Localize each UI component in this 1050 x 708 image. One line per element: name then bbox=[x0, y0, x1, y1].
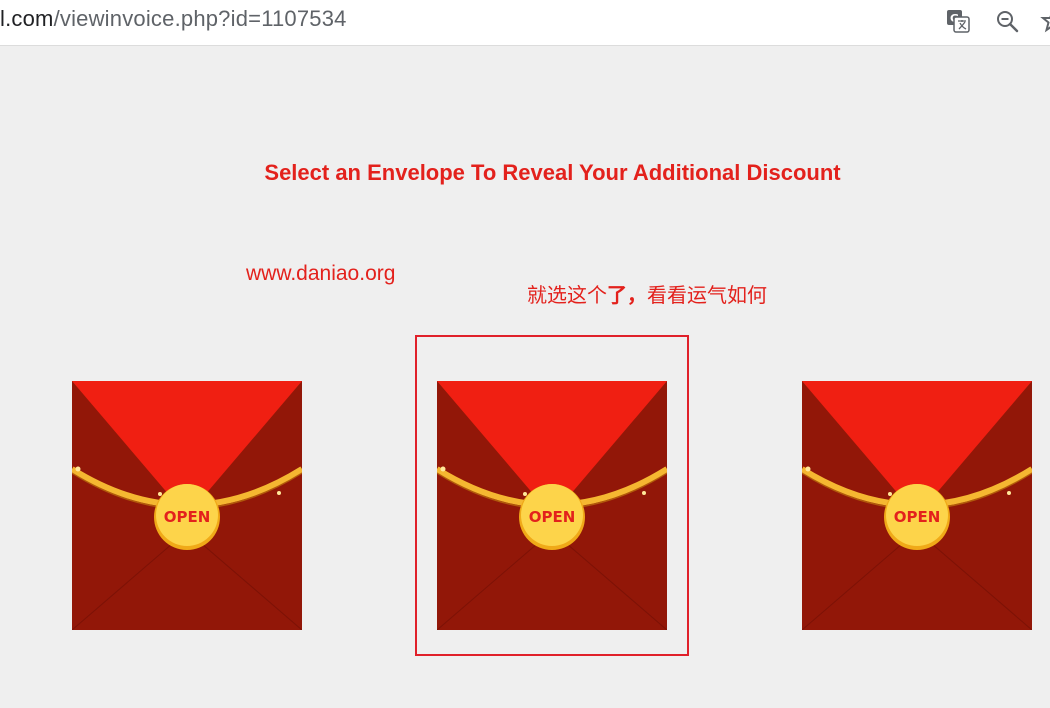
zoom-out-icon[interactable] bbox=[994, 8, 1020, 34]
red-envelope-3[interactable]: OPEN bbox=[802, 381, 1032, 630]
url-domain: l.com bbox=[0, 6, 54, 31]
page-headline: Select an Envelope To Reveal Your Additi… bbox=[264, 160, 841, 185]
open-label: OPEN bbox=[529, 508, 576, 526]
url-path: /viewinvoice.php?id=1107534 bbox=[53, 6, 347, 31]
browser-address-bar: l.com/viewinvoice.php?id=1107534 G bbox=[0, 0, 1050, 46]
watermark-text: www.daniao.org bbox=[246, 262, 396, 285]
note-text-1: 就选这个 bbox=[527, 283, 607, 307]
bookmark-star-icon[interactable] bbox=[1040, 8, 1050, 34]
annotation-note: 就选这个了，看看运气如何 bbox=[527, 279, 767, 308]
red-envelope-1[interactable]: OPEN bbox=[72, 381, 302, 630]
red-envelope-2[interactable]: OPEN bbox=[437, 381, 667, 630]
translate-icon[interactable]: G bbox=[945, 8, 971, 34]
note-text-bold: 了， bbox=[607, 283, 647, 307]
open-label: OPEN bbox=[894, 508, 941, 526]
note-text-2: 看看运气如何 bbox=[647, 283, 767, 307]
open-label: OPEN bbox=[164, 508, 211, 526]
url-field[interactable]: l.com/viewinvoice.php?id=1107534 bbox=[0, 6, 347, 32]
